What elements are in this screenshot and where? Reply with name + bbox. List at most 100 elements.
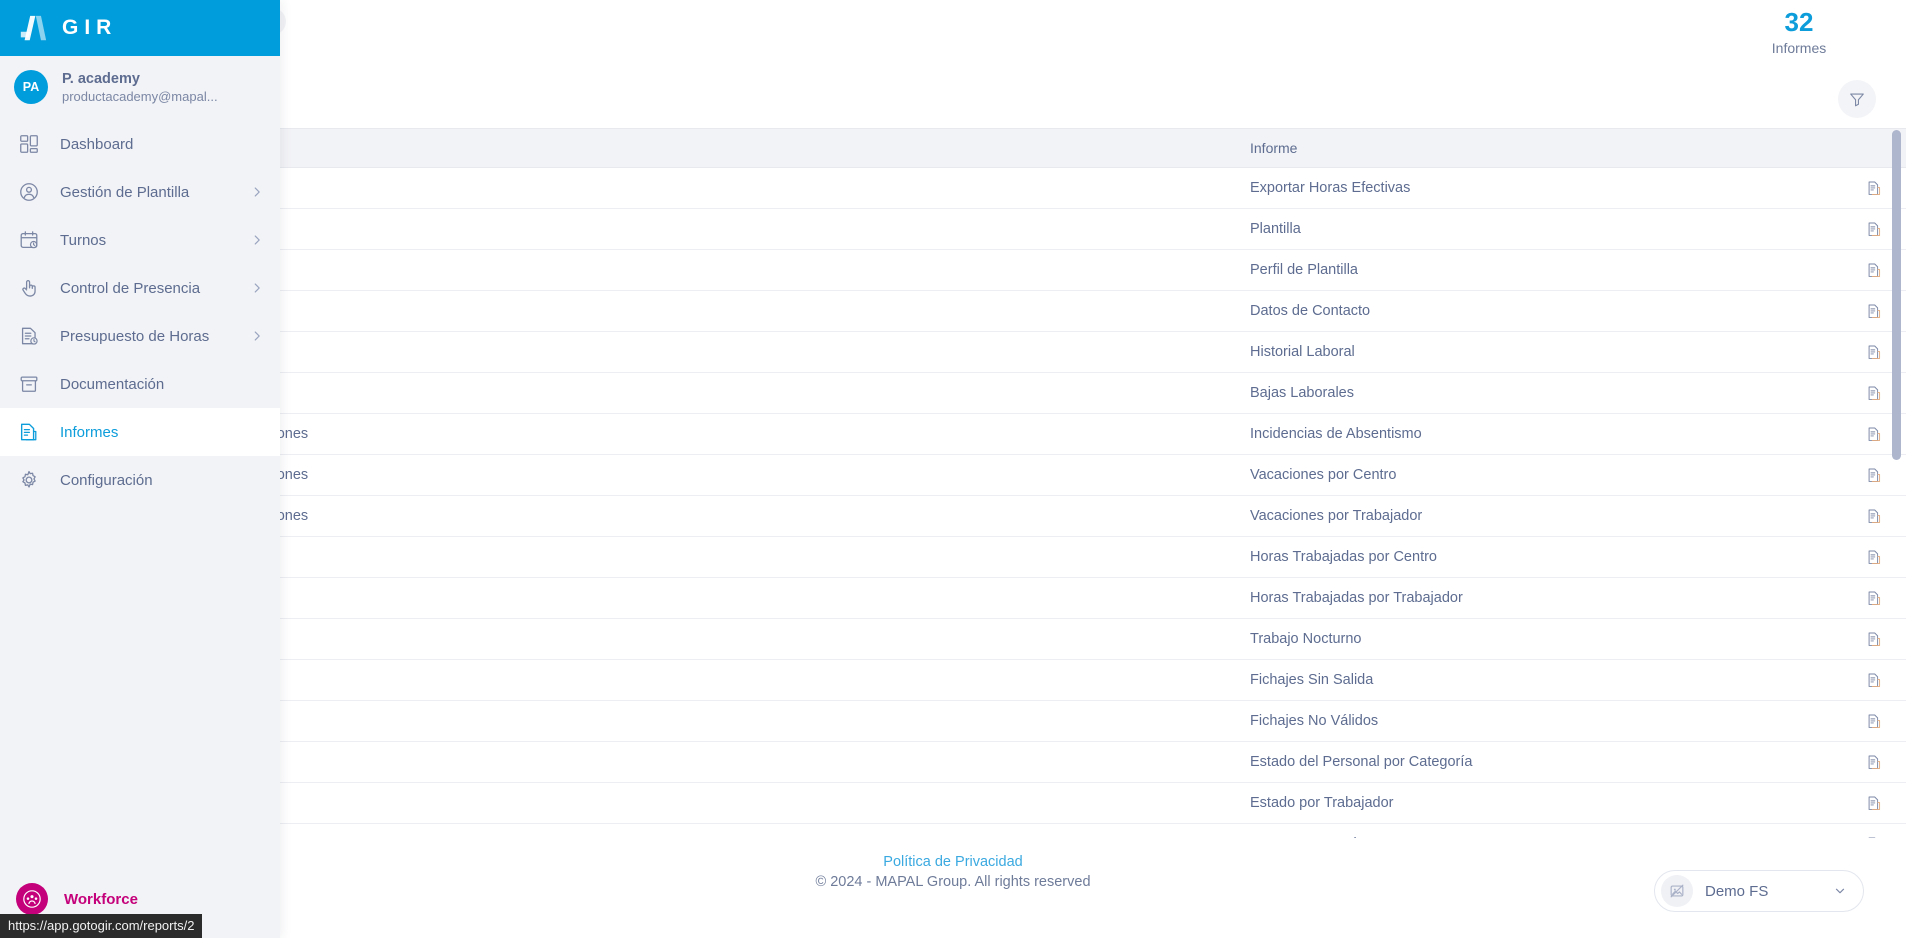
chevron-right-icon [254,187,260,197]
cell-informe: Historial Laboral [1250,344,1355,360]
report-count-label: Informes [1771,39,1827,56]
report-document-icon [1868,263,1880,277]
report-count-value: 32 [1784,7,1814,37]
workforce-label: Workforce [64,890,138,908]
report-document-icon [1868,427,1880,441]
sidebar-item-label: Gestión de Plantilla [60,183,190,201]
sidebar-item-gesti-n-de-plantilla[interactable]: Gestión de Plantilla [0,168,280,216]
cell-informe: Vacaciones por Trabajador [1250,508,1423,524]
sidebar-item-informes[interactable]: Informes [0,408,280,456]
chevron-right-icon [250,185,264,199]
table-row[interactable]: …esto de HorasExportar Horas Efectivas [0,168,1906,209]
calendar-clock-icon [16,227,42,253]
sidebar-item-configuraci-n[interactable]: Configuración [0,456,280,504]
open-report-button[interactable] [1842,549,1906,566]
chevron-right-icon [250,233,264,247]
sidebar-item-presupuesto-de-horas[interactable]: Presupuesto de Horas [0,312,280,360]
privacy-policy-link[interactable]: Política de Privacidad [815,854,1090,870]
report-document-icon [1868,181,1880,195]
cell-informe: Vacaciones por Centro [1250,467,1397,483]
table-row[interactable]: Historial Laboral [0,332,1906,373]
report-document-icon [1868,509,1880,523]
brand-name: GIR [62,16,118,39]
filter-button[interactable] [1838,80,1876,118]
sidebar-item-documentaci-n[interactable]: Documentación [0,360,280,408]
table-row[interactable]: …as de Absentismo y VacacionesVacaciones… [0,496,1906,537]
table-row[interactable]: …rabajadoHoras Trabajadas por Centro [0,537,1906,578]
cell-informe: Estado del Personal por Categoría [1250,754,1473,770]
user-profile[interactable]: PA P. academy productacademy@mapal... [0,56,280,118]
cell-informe: Plantilla [1250,221,1301,237]
table-scrollbar-thumb[interactable] [1892,130,1901,460]
report-document-icon [1868,796,1880,810]
company-name: Demo FS [1705,882,1769,900]
cell-informe: Bajas Laborales [1250,385,1354,401]
cell-informe: Exportar Horas Efectivas [1250,180,1411,196]
table-row[interactable]: Perfil de Plantilla [0,250,1906,291]
report-document-icon [1868,591,1880,605]
gir-logo-icon [20,15,47,41]
table-row[interactable]: Bajas Laborales [0,373,1906,414]
page-footer: Política de Privacidad © 2024 - MAPAL Gr… [0,838,1906,938]
table-header-row: Informe [0,128,1906,168]
report-document-icon [1868,673,1880,687]
table-row[interactable]: Datos de Contacto [0,291,1906,332]
reports-table: Informe …esto de HorasExportar Horas Efe… [0,128,1906,838]
app-root: force s 32 Informes [0,0,1906,938]
chevron-right-icon [254,331,260,341]
company-selector[interactable]: Demo FS [1654,870,1864,912]
reports-document-icon [16,419,42,445]
open-report-button[interactable] [1842,467,1906,484]
table-row[interactable]: …rabajadoEstado del Personal por Categor… [0,742,1906,783]
cell-informe: Fichajes Sin Salida [1250,672,1374,688]
sidebar-item-label: Control de Presencia [60,279,201,297]
table-row[interactable]: Plantilla [0,209,1906,250]
open-report-button[interactable] [1842,508,1906,525]
avatar: PA [14,70,48,104]
report-count-block: 32 Informes [1734,7,1864,56]
sidebar-item-control-de-presencia[interactable]: Control de Presencia [0,264,280,312]
chevron-right-icon [250,281,264,295]
brand-header[interactable]: GIR [0,0,280,56]
open-report-button[interactable] [1842,754,1906,771]
table-row[interactable]: …as de Absentismo y VacacionesVacaciones… [0,455,1906,496]
hand-tap-icon [16,275,42,301]
column-header-informe: Informe [1250,140,1298,156]
workforce-people-icon [16,883,48,915]
report-document-icon [1868,386,1880,400]
sidebar-item-label: Turnos [60,231,107,249]
sidebar-item-label: Dashboard [60,135,134,153]
report-document-icon [1868,755,1880,769]
open-report-button[interactable] [1842,590,1906,607]
report-document-icon [1868,345,1880,359]
table-row[interactable]: Turno Proyectado [0,824,1906,838]
open-report-button[interactable] [1842,672,1906,689]
archive-box-icon [16,371,42,397]
sidebar-item-label: Configuración [60,471,153,489]
open-report-button[interactable] [1842,795,1906,812]
cell-informe: Trabajo Nocturno [1250,631,1362,647]
table-row[interactable]: …rabajadoEstado por Trabajador [0,783,1906,824]
table-row[interactable]: …e PresenciaFichajes Sin Salida [0,660,1906,701]
footer-center: Política de Privacidad © 2024 - MAPAL Gr… [815,854,1090,890]
table-row[interactable]: …rabajadoHoras Trabajadas por Trabajador [0,578,1906,619]
sidebar-item-dashboard[interactable]: Dashboard [0,120,280,168]
cell-informe: Horas Trabajadas por Centro [1250,549,1437,565]
sidebar-item-turnos[interactable]: Turnos [0,216,280,264]
company-placeholder-icon [1661,875,1693,907]
table-body: …esto de HorasExportar Horas Efectivas Pl… [0,168,1906,838]
table-row[interactable]: …as de Absentismo y VacacionesIncidencia… [0,414,1906,455]
user-circle-icon [16,179,42,205]
cell-informe: Estado por Trabajador [1250,795,1394,811]
cell-informe: Perfil de Plantilla [1250,262,1358,278]
table-row[interactable]: …e PresenciaFichajes No Válidos [0,701,1906,742]
copyright-text: © 2024 - MAPAL Group. All rights reserve… [815,874,1091,890]
open-report-button[interactable] [1842,713,1906,730]
report-document-icon [1868,714,1880,728]
open-report-button[interactable] [1842,631,1906,648]
sidebar-drawer: GIR PA P. academy productacademy@mapal..… [0,0,280,938]
cell-informe: Horas Trabajadas por Trabajador [1250,590,1463,606]
report-document-icon [1868,222,1880,236]
table-row[interactable]: …rabajadoTrabajo Nocturno [0,619,1906,660]
page-header: force s 32 Informes [0,0,1906,128]
